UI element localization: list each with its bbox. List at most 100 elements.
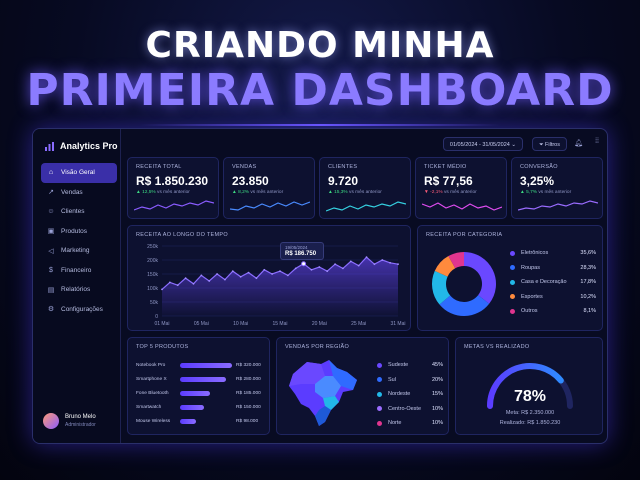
date-range-picker[interactable]: 01/05/2024 - 31/05/2024 ⌄ [442,137,523,151]
user-profile[interactable]: Bruno Melo Administrador [43,413,96,429]
y-tick-label: 250k [147,244,158,250]
legend-swatch [510,279,515,285]
legend-swatch [377,377,382,383]
y-tick-label: 50k [150,300,159,306]
sidebar-item-clientes[interactable]: ☺ Clientes [41,202,117,222]
data-point [342,267,344,270]
x-tick-label: 01 Mai [154,321,169,327]
bell-icon[interactable]: 🔔︎ [574,139,583,147]
sidebar-item-visao-geral[interactable]: ⌂ Visão Geral [41,163,117,183]
legend-item: Nordeste 15% [377,387,443,402]
chart-tooltip: 19/05/2024 R$ 186.750 [280,242,324,260]
legend-item: Sudeste 45% [377,358,443,373]
kpi-card-ticket-medio[interactable]: TICKET MÉDIO R$ 77,56 ▼ -2,1% vs mês ant… [415,157,507,219]
legend-item: Norte 10% [377,416,443,431]
sparkline [422,202,502,211]
category-donut-chart[interactable] [424,244,504,324]
kpi-card-vendas[interactable]: VENDAS 23.850 ▲ 8,2% vs mês anterior [223,157,315,219]
revenue-chart[interactable]: 250k 200k 150k 100k 50k 001 Mai 05 Mai 10 Mai 15… [128,226,412,332]
y-tick-label: 0 [155,314,158,320]
data-point [286,274,289,277]
kpi-delta-value: -2,1% [430,190,443,195]
product-bar [180,362,232,368]
data-point [247,271,250,274]
filter-button[interactable]: ⏷ Filtros [532,137,567,151]
sidebar-item-configuracoes[interactable]: ⚙ Configurações [41,300,117,320]
kpi-card-conversao[interactable]: CONVERSÃO 3,25% ▲ 5,7% vs mês anterior [511,157,603,219]
card-title: VENDAS POR REGIÃO [285,344,350,350]
kpi-delta: ▼ -2,1% vs mês anterior [424,190,477,195]
goals-target: Meta: R$ 2.350.000 [505,410,555,416]
dashboard-window: Analytics Pro ⌂ Visão Geral ↗ Vendas ☺ C… [32,128,608,444]
brazil-map[interactable] [285,354,365,430]
legend-item: Outros 8,1% [510,304,596,319]
bar-chart-logo-icon [45,141,54,151]
data-point [176,284,179,287]
kpi-delta: ▲ 12,5% vs mês anterior [136,190,190,195]
data-point [373,263,376,266]
legend-label: Centro-Oeste [388,405,422,412]
data-point [279,270,281,273]
data-point [365,256,368,259]
kpi-value: 9.720 [328,174,359,188]
x-tick-label: 15 Mai [272,321,287,327]
region-sales-card: VENDAS POR REGIÃO Sudeste 45% Sul 20% Nordes… [276,337,449,435]
data-point [239,275,242,278]
product-value: R$ 150.000 [236,404,261,410]
sidebar-item-marketing[interactable]: ◁ Marketing [41,241,117,261]
product-value: R$ 185.000 [236,390,261,396]
sidebar-item-label: Financeiro [61,266,92,274]
data-point [389,261,392,264]
legend-label: Casa e Decoração [521,279,567,286]
legend-percent: 28,3% [580,264,596,271]
sidebar-item-label: Marketing [61,247,90,255]
data-point [318,266,321,268]
kpi-value: 3,25% [520,174,555,188]
kpi-title: TICKET MÉDIO [424,164,467,170]
user-name: Bruno Melo [65,414,96,420]
legend-swatch [377,362,382,368]
sidebar-item-vendas[interactable]: ↗ Vendas [41,183,117,203]
donut-slice [464,252,496,304]
y-tick-label: 100k [147,286,158,292]
box-icon: ▣ [47,228,55,236]
kpi-delta-suffix: vs mês anterior [443,190,477,195]
data-point [263,268,266,271]
headline-line-2: PRIMEIRA DASHBOARD [26,65,614,116]
gear-icon: ⚙ [47,306,55,314]
data-point [184,277,187,280]
legend-item: Sul 20% [377,373,443,388]
product-name: Smartwatch [136,404,162,410]
sidebar-item-produtos[interactable]: ▣ Produtos [41,222,117,242]
legend-swatch [510,265,515,271]
legend-percent: 10% [431,405,443,412]
product-bar [180,390,211,396]
kpi-value: 23.850 [232,174,269,188]
kpi-value: R$ 1.850.230 [136,174,209,188]
legend-percent: 17,8% [580,279,596,286]
headline-line-1: CRIANDO MINHA [145,25,495,66]
data-point [397,263,399,266]
date-range-label: 01/05/2024 - 31/05/2024 [449,142,510,148]
more-options-icon[interactable]: ⁞⁞ [595,138,599,145]
kpi-delta-suffix: vs mês anterior [349,190,382,195]
sidebar-item-relatorios[interactable]: ▤ Relatórios [41,280,117,300]
data-point [161,288,163,291]
product-row: Fone Bluetooth R$ 185.000 [136,386,270,400]
product-value: R$ 280.000 [236,376,261,382]
headline: CRIANDO MINHA PRIMEIRA DASHBOARD [0,26,640,116]
data-point [357,264,360,267]
legend-label: Eletrônicos [521,250,549,257]
sidebar-item-label: Relatórios [61,286,91,294]
brand[interactable]: Analytics Pro [45,141,118,151]
sidebar-item-financeiro[interactable]: $ Financeiro [41,261,117,281]
kpi-card-clientes[interactable]: CLIENTES 9.720 ▲ 15,3% vs mês anterior [319,157,411,219]
revenue-chart-card: RECEITA AO LONGO DO TEMPO 250k 200k 150k 10… [127,225,411,331]
kpi-delta: ▲ 5,7% vs mês anterior [520,190,571,195]
product-bar [180,376,226,382]
product-name: Smartphone X [136,376,167,382]
kpi-card-receita-total[interactable]: RECEITA TOTAL R$ 1.850.230 ▲ 12,5% vs mê… [127,157,219,219]
kpi-delta-value: 12,5% [142,190,156,195]
avatar [43,413,59,429]
legend-label: Esportes [521,293,543,300]
